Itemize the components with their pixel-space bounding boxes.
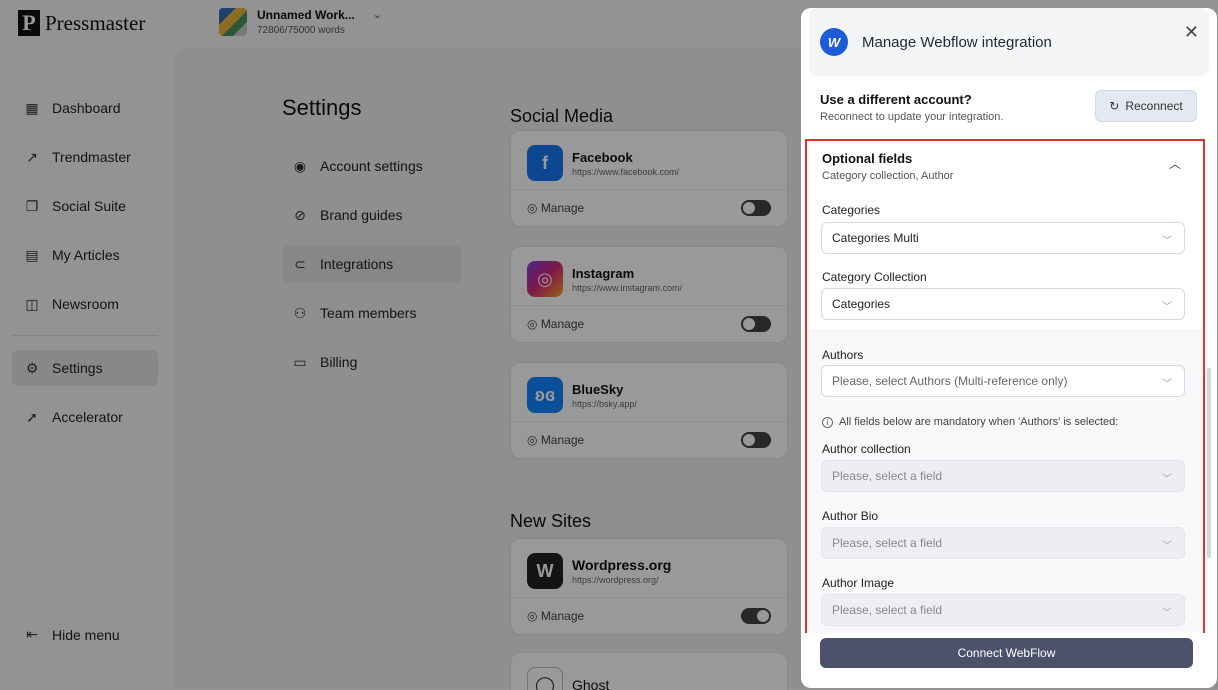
chevron-down-icon: ﹀: [1162, 236, 1172, 247]
refresh-icon: ↻: [1109, 99, 1120, 113]
author-bio-select[interactable]: Please, select a field ﹀: [821, 527, 1185, 559]
close-icon[interactable]: ✕: [1184, 22, 1199, 43]
categories-value: Categories Multi: [832, 231, 919, 245]
info-icon: i: [822, 416, 833, 428]
authors-select[interactable]: Please, select Authors (Multi-reference …: [821, 365, 1185, 397]
category-collection-select[interactable]: Categories ﹀: [821, 288, 1185, 320]
chevron-down-icon: ﹀: [1162, 608, 1172, 619]
optional-fields-panel: Optional fields Category collection, Aut…: [805, 139, 1205, 633]
category-collection-value: Categories: [832, 297, 891, 311]
chevron-down-icon: ﹀: [1162, 474, 1172, 485]
authors-placeholder: Please, select Authors (Multi-reference …: [832, 374, 1068, 388]
author-image-label: Author Image: [822, 576, 895, 590]
connect-webflow-button[interactable]: Connect WebFlow: [820, 638, 1193, 668]
chevron-down-icon: ﹀: [1162, 541, 1172, 552]
mandatory-fields-note: i All fields below are mandatory when 'A…: [822, 416, 1118, 428]
modal-title: Manage Webflow integration: [862, 33, 1052, 51]
author-bio-label: Author Bio: [822, 509, 879, 523]
author-image-select[interactable]: Please, select a field ﹀: [821, 594, 1185, 626]
chevron-down-icon: ﹀: [1162, 302, 1172, 313]
modal-scrollbar[interactable]: [1207, 368, 1211, 558]
webflow-integration-modal: W Manage Webflow integration ✕ Use a dif…: [801, 8, 1217, 688]
chevron-up-icon[interactable]: ︿: [1169, 155, 1181, 172]
author-collection-placeholder: Please, select a field: [832, 469, 943, 483]
webflow-icon: W: [820, 28, 848, 56]
categories-label: Categories: [822, 203, 881, 217]
optional-fields-subtitle: Category collection, Author: [822, 170, 954, 182]
reconnect-label: Reconnect: [1125, 99, 1183, 113]
categories-select[interactable]: Categories Multi ﹀: [821, 222, 1185, 254]
optional-fields-header[interactable]: Optional fields Category collection, Aut…: [822, 151, 953, 182]
author-bio-placeholder: Please, select a field: [832, 536, 943, 550]
author-image-placeholder: Please, select a field: [832, 603, 943, 617]
authors-label: Authors: [822, 348, 864, 362]
modal-header: W Manage Webflow integration: [809, 8, 1209, 76]
chevron-down-icon: ﹀: [1162, 379, 1172, 390]
author-collection-select[interactable]: Please, select a field ﹀: [821, 460, 1185, 492]
mandatory-fields-text: All fields below are mandatory when 'Aut…: [839, 416, 1119, 428]
author-collection-label: Author collection: [822, 442, 911, 456]
reconnect-button[interactable]: ↻ Reconnect: [1095, 90, 1197, 122]
category-collection-label: Category Collection: [822, 270, 927, 284]
optional-fields-title: Optional fields: [822, 151, 913, 166]
